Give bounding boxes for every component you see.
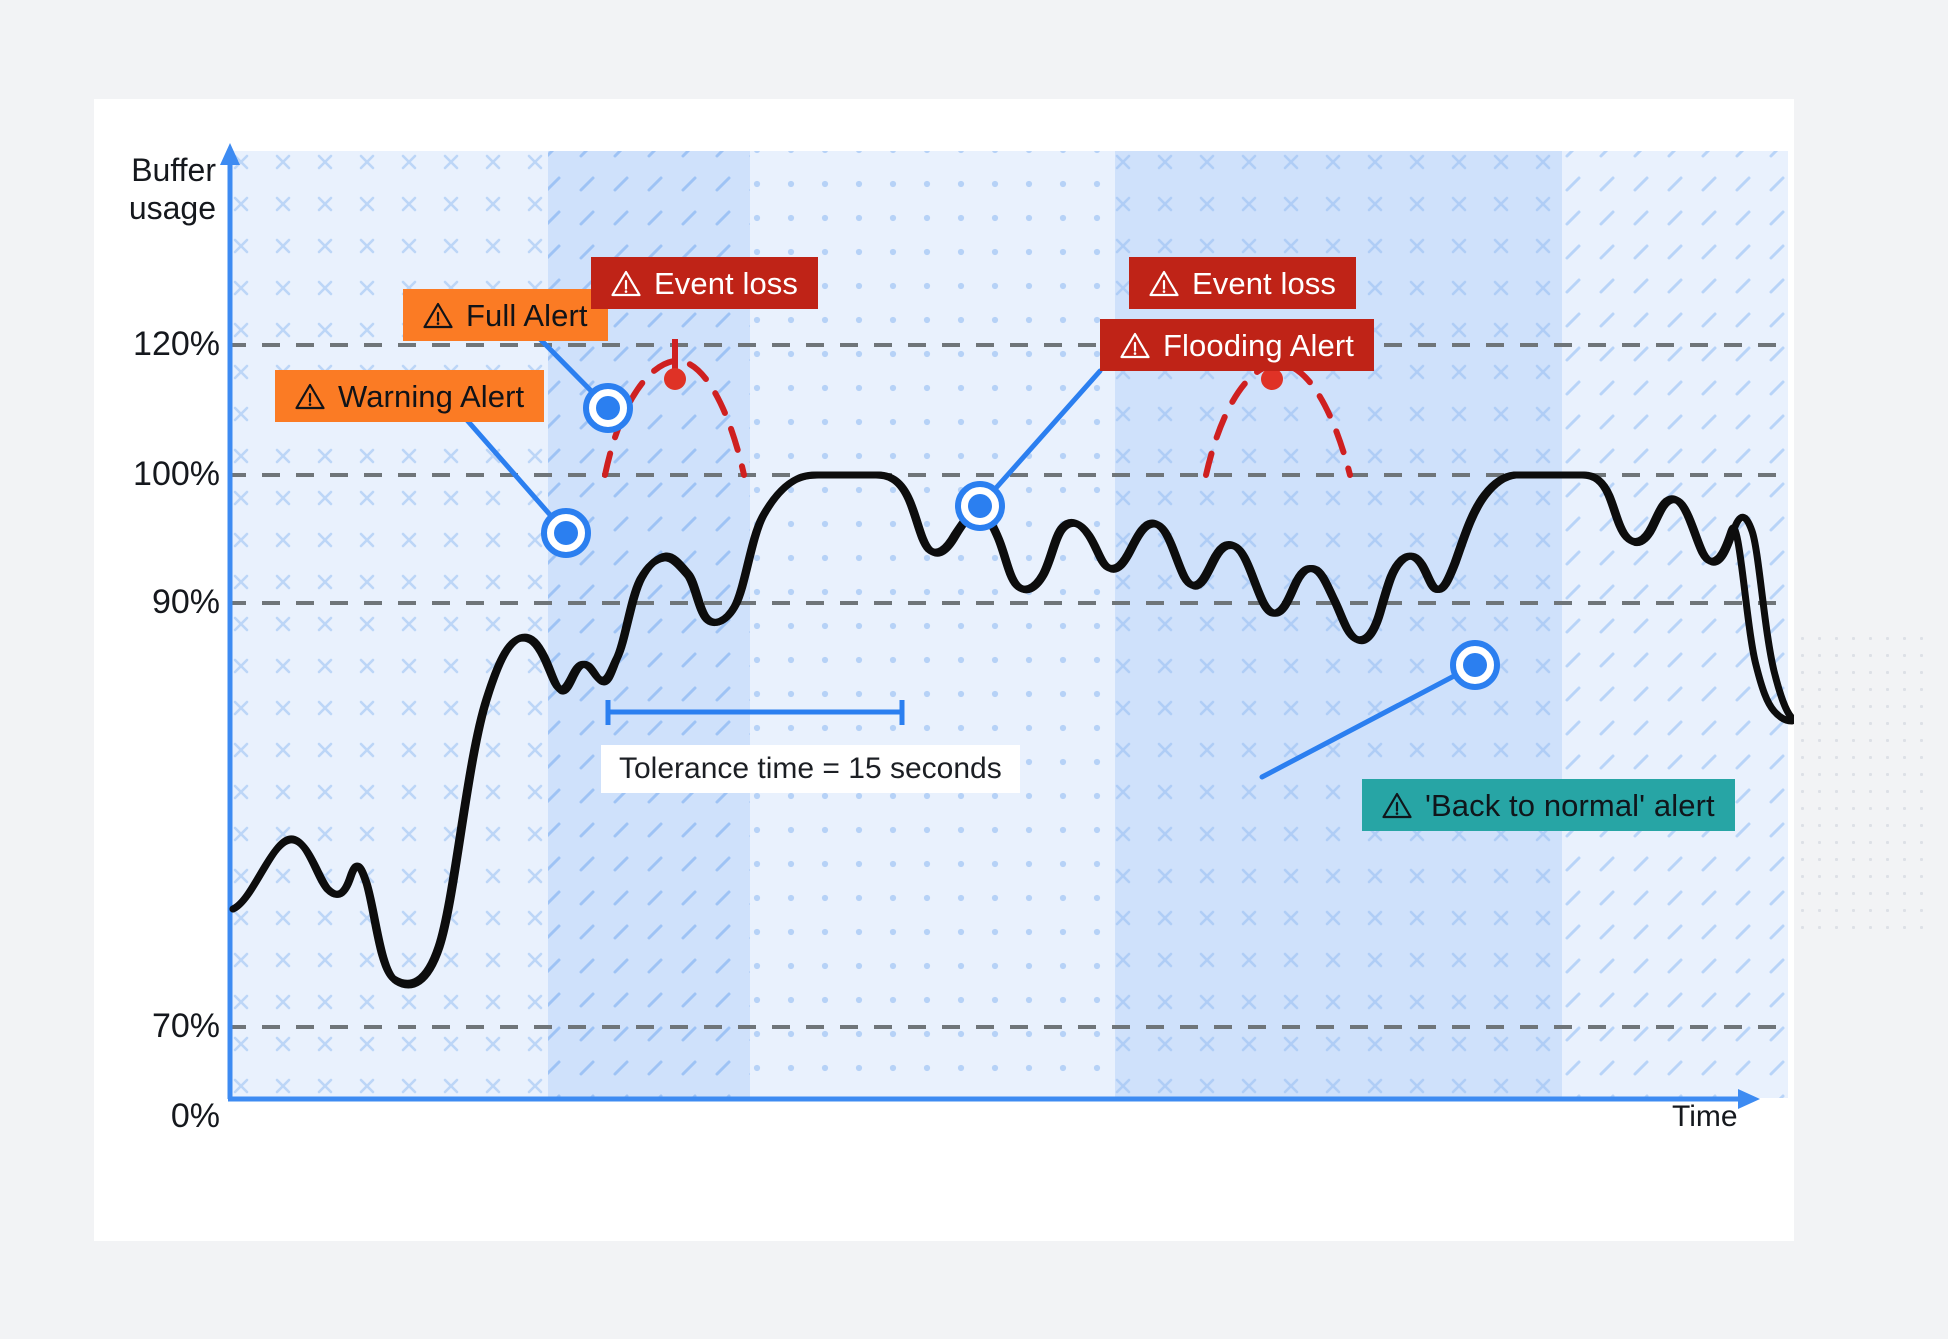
event-loss-dot-1 [664, 368, 686, 390]
tolerance-time-label: Tolerance time = 15 seconds [601, 745, 1020, 793]
flooding-alert-label: Flooding Alert [1163, 330, 1354, 361]
warning-triangle-icon [1382, 792, 1412, 819]
warning-triangle-icon [295, 383, 325, 410]
y-tick-100: 100% [50, 457, 220, 491]
x-axis-title: Time [1672, 1099, 1738, 1134]
warning-triangle-icon [1149, 270, 1179, 297]
y-tick-0: 0% [50, 1099, 220, 1133]
warning-triangle-icon [1120, 332, 1150, 359]
warning-triangle-icon [423, 302, 453, 329]
page-root: Buffer usage 120% 100% 90% 70% 0% Time W… [0, 0, 1948, 1339]
back-to-normal-chip[interactable]: 'Back to normal' alert [1362, 779, 1735, 831]
y-tick-90: 90% [50, 585, 220, 619]
buffer-usage-chart [94, 99, 1794, 1241]
back-to-normal-label: 'Back to normal' alert [1425, 790, 1715, 821]
flooding-alert-chip[interactable]: Flooding Alert [1100, 319, 1374, 371]
band-5-diagonal [1562, 151, 1788, 1098]
event-loss-chip-1[interactable]: Event loss [591, 257, 818, 309]
marker-back-to-normal [1453, 643, 1497, 687]
event-loss-chip-2[interactable]: Event loss [1129, 257, 1356, 309]
marker-flooding-alert [958, 484, 1002, 528]
marker-warning-alert [544, 511, 588, 555]
warning-triangle-icon [611, 270, 641, 297]
warning-alert-label: Warning Alert [338, 381, 524, 412]
full-alert-label: Full Alert [466, 300, 588, 331]
event-loss-dot-2 [1261, 368, 1283, 390]
y-axis-title: Buffer usage [66, 152, 216, 228]
event-loss-label-2: Event loss [1192, 268, 1336, 299]
chart-card: Buffer usage 120% 100% 90% 70% 0% Time W… [94, 99, 1794, 1241]
y-tick-70: 70% [50, 1009, 220, 1043]
event-loss-label-1: Event loss [654, 268, 798, 299]
warning-alert-chip[interactable]: Warning Alert [275, 370, 544, 422]
full-alert-chip[interactable]: Full Alert [403, 289, 608, 341]
marker-full-alert [586, 386, 630, 430]
y-tick-120: 120% [50, 327, 220, 361]
